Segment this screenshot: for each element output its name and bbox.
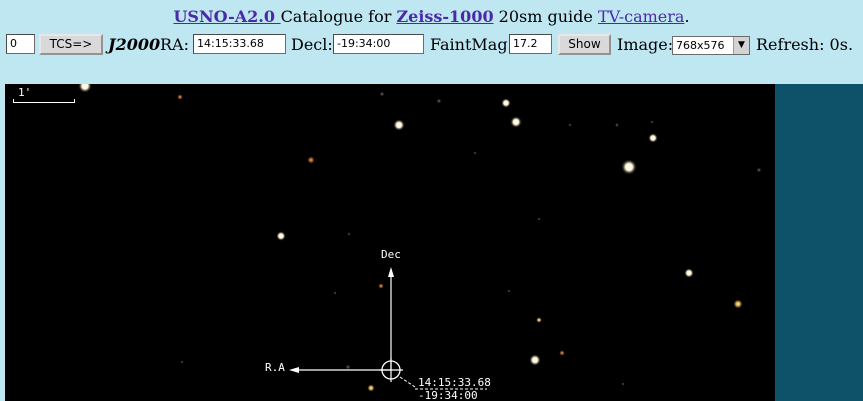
star — [621, 159, 637, 175]
ra-input[interactable]: 14:15:33.68 — [193, 34, 286, 54]
show-button[interactable]: Show — [558, 34, 611, 55]
telescope-link[interactable]: Zeiss-1000 — [396, 7, 493, 26]
star — [756, 167, 762, 173]
star — [347, 232, 351, 236]
dec-arrow — [388, 267, 394, 277]
star — [307, 156, 315, 164]
star — [536, 317, 542, 323]
star — [345, 364, 351, 370]
image-size-value: 768x576 — [676, 39, 725, 52]
decl-input[interactable]: -19:34:00 — [333, 34, 424, 54]
sky-image[interactable]: 1' Dec R.A 14:15:33.68 -19:34:00 — [5, 84, 775, 401]
star — [650, 120, 654, 124]
epoch-label: J2000 — [108, 35, 161, 54]
image-label: Image: — [617, 35, 674, 54]
title-text: Catalogue for — [280, 7, 397, 26]
star — [537, 217, 541, 221]
target-dec-label: -19:34:00 — [418, 389, 478, 401]
catalogue-link[interactable]: USNO-A2.0 — [173, 7, 280, 26]
page-title: USNO-A2.0 Catalogue for Zeiss-1000 20sm … — [0, 7, 863, 26]
scale-label: 1' — [18, 86, 32, 99]
decl-label: Decl: — [291, 35, 333, 54]
refresh-label: Refresh: 0s. — [756, 35, 854, 54]
ra-label: RA: — [160, 35, 189, 54]
side-panel — [775, 84, 863, 401]
star — [473, 151, 477, 155]
title-text-guide: 20sm guide — [493, 7, 598, 26]
star — [276, 231, 286, 241]
star-field — [78, 84, 762, 392]
image-size-select[interactable]: 768x576 ▼ — [672, 36, 750, 55]
star — [180, 360, 184, 364]
ra-arrow — [289, 367, 299, 373]
star — [510, 116, 522, 128]
star — [529, 354, 541, 366]
faintmag-label: FaintMag: — [430, 35, 513, 54]
star — [501, 98, 511, 108]
star — [733, 299, 743, 309]
ra-axis-label: R.A — [265, 361, 285, 374]
star — [614, 122, 620, 128]
target-ra-label: 14:15:33.68 — [418, 376, 491, 389]
scale-bar — [13, 99, 75, 103]
star — [507, 289, 511, 293]
star — [333, 291, 337, 295]
star — [559, 350, 565, 356]
star — [648, 133, 658, 143]
star — [177, 94, 183, 100]
dec-axis-label: Dec — [381, 248, 401, 261]
chevron-down-icon[interactable]: ▼ — [733, 37, 749, 54]
star — [436, 98, 442, 104]
star — [78, 84, 92, 93]
star — [378, 283, 384, 289]
star — [379, 91, 385, 97]
star — [621, 382, 625, 386]
star — [393, 119, 405, 131]
counter-field[interactable]: 0 — [6, 34, 35, 54]
leader-line — [399, 376, 416, 388]
title-dot: . — [684, 7, 690, 26]
tcs-button[interactable]: TCS=> — [39, 34, 103, 55]
faintmag-input[interactable]: 17.2 — [509, 34, 552, 54]
star — [367, 384, 375, 392]
star — [568, 123, 572, 127]
star — [684, 268, 694, 278]
camera-link[interactable]: TV-camera — [598, 7, 685, 26]
control-panel: USNO-A2.0 Catalogue for Zeiss-1000 20sm … — [0, 0, 863, 85]
